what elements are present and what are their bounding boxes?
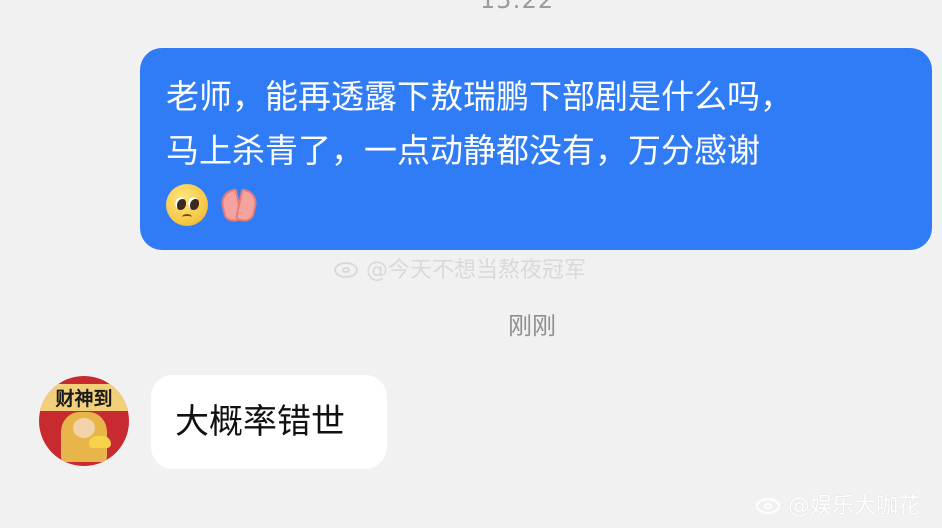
watermark-corner-text: @娱乐大咖花 — [788, 494, 921, 519]
incoming-message-bubble[interactable]: 大概率错世 — [151, 375, 387, 469]
incoming-message-text: 大概率错世 — [175, 402, 345, 442]
contact-avatar[interactable]: 财神到 — [39, 376, 129, 466]
outgoing-message-bubble[interactable]: 老师，能再透露下敖瑞鹏下部剧是什么吗， 马上杀青了，一点动静都没有，万分感谢 — [140, 48, 932, 250]
outgoing-message-line-2: 马上杀青了，一点动静都没有，万分感谢 — [166, 131, 760, 170]
watermark-weibo-corner: @娱乐大咖花 — [754, 488, 920, 520]
weibo-icon — [754, 493, 784, 515]
avatar-ingot — [89, 436, 111, 448]
pleading-face-icon — [166, 184, 208, 226]
folded-hands-icon — [218, 184, 260, 226]
avatar-face — [73, 418, 95, 438]
avatar-caption: 财神到 — [39, 384, 129, 411]
top-time-label: 15:22 — [480, 0, 555, 14]
outgoing-message-line-1: 老师，能再透露下敖瑞鹏下部剧是什么吗， — [166, 77, 793, 116]
outgoing-emoji-row — [166, 184, 904, 226]
message-timestamp: 刚刚 — [508, 312, 556, 340]
weibo-icon — [332, 257, 362, 279]
watermark-mid-text: @今天不想当熬夜冠军 — [366, 258, 587, 283]
watermark-weibo-mid: @今天不想当熬夜冠军 — [332, 252, 586, 284]
